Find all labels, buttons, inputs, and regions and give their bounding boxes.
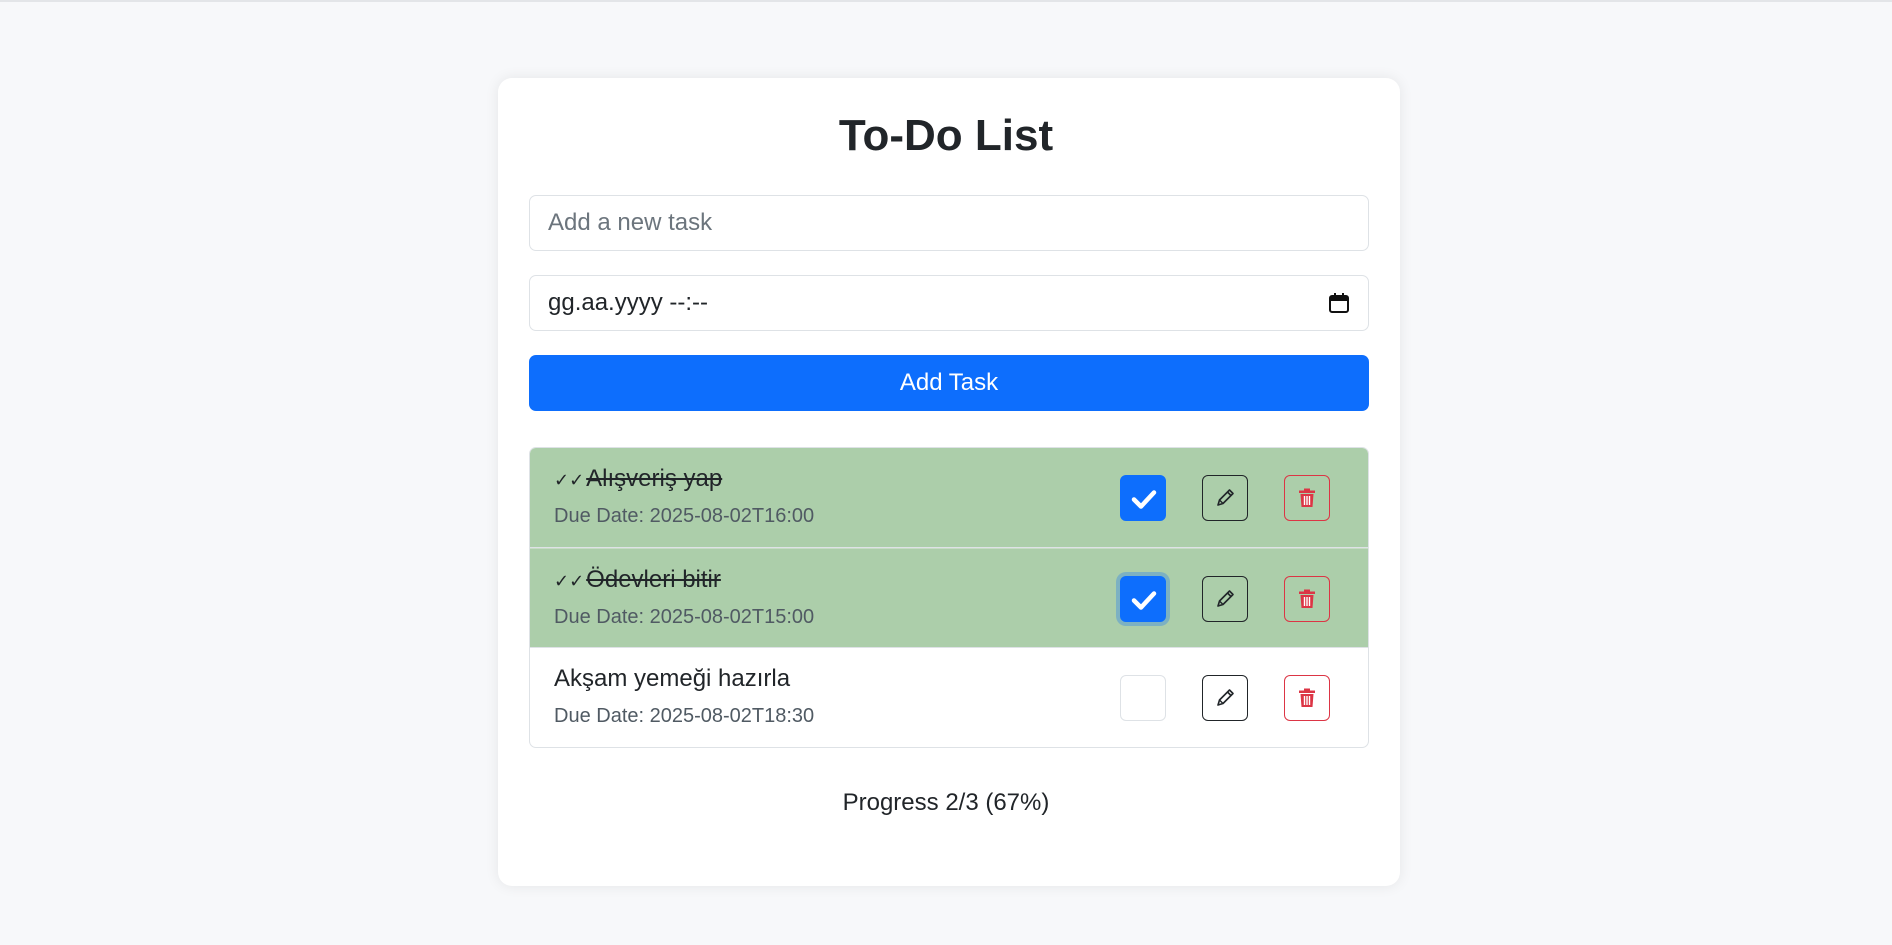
task-input[interactable] [529,195,1369,251]
page-title: To-Do List [838,111,1054,160]
trash-icon [1299,589,1315,608]
task-row: ✓✓Ödevleri bitir Due Date: 2025-08-02T15… [530,548,1368,648]
pencil-icon [1217,689,1234,706]
edit-task-button[interactable] [1202,576,1248,622]
due-date-input[interactable]: gg.aa.yyyy --:-- [529,275,1369,331]
check-icon [1131,490,1157,509]
task-due-date: Due Date: 2025-08-02T15:00 [554,606,815,628]
task-name: ✓✓Ödevleri bitir [554,564,721,597]
task-complete-checkbox[interactable] [1120,475,1166,521]
task-complete-checkbox[interactable] [1120,675,1166,721]
task-name-text: Alışveriş yap [586,465,723,492]
delete-task-button[interactable] [1284,576,1330,622]
due-date-value: gg.aa.yyyy --:-- [548,289,709,316]
task-row: Akşam yemeği hazırla Due Date: 2025-08-0… [530,648,1368,747]
pencil-icon [1217,489,1234,506]
check-icon [1131,591,1157,610]
pencil-icon [1217,590,1234,607]
task-complete-checkbox[interactable] [1120,576,1166,622]
task-row: ✓✓Alışveriş yap Due Date: 2025-08-02T16:… [530,448,1368,548]
task-name-text: Ödevleri bitir [586,566,721,593]
task-name: Akşam yemeği hazırla [554,663,790,695]
trash-icon [1299,488,1315,507]
progress-text: Progress 2/3 (67%) [842,789,1050,816]
delete-task-button[interactable] [1284,675,1330,721]
edit-task-button[interactable] [1202,475,1248,521]
task-name-text: Akşam yemeği hazırla [554,665,791,692]
trash-icon [1299,688,1315,707]
delete-task-button[interactable] [1284,475,1330,521]
task-list: ✓✓Alışveriş yap Due Date: 2025-08-02T16:… [529,447,1369,748]
top-divider [0,0,1892,2]
completed-mark-icon: ✓✓ [554,571,585,591]
task-name: ✓✓Alışveriş yap [554,463,722,496]
edit-task-button[interactable] [1202,675,1248,721]
completed-mark-icon: ✓✓ [554,470,585,490]
task-due-date: Due Date: 2025-08-02T16:00 [554,505,815,527]
calendar-icon[interactable] [1328,292,1350,314]
task-due-date: Due Date: 2025-08-02T18:30 [554,705,815,727]
add-task-button[interactable]: Add Task [529,355,1369,411]
